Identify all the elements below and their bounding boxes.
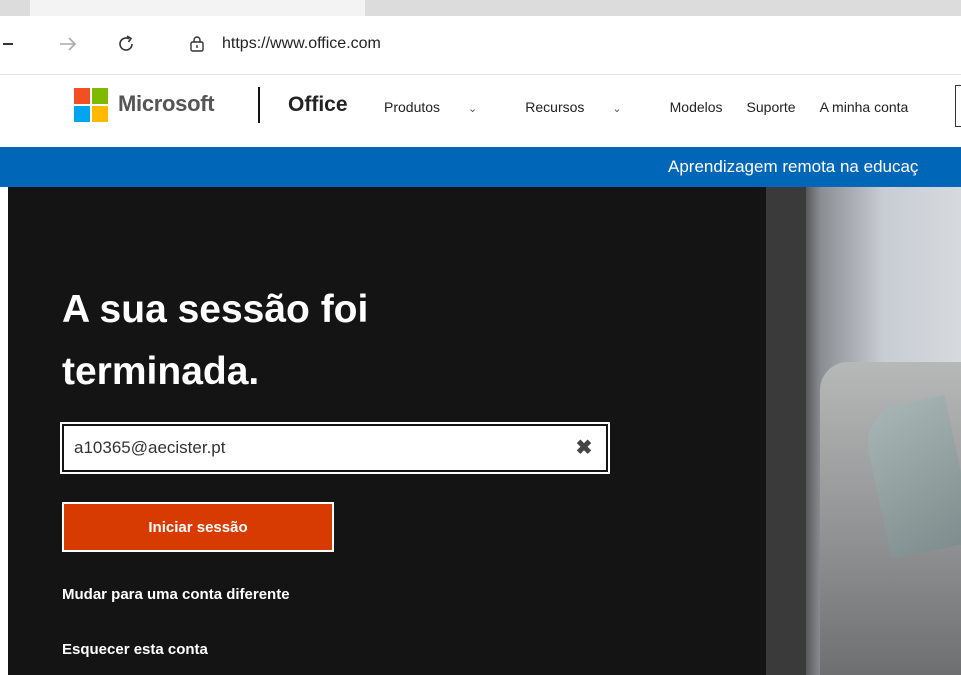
chevron-down-icon: ⌄ [612,103,622,115]
browser-toolbar: https://www.office.com [0,16,961,75]
header-divider [258,87,260,123]
address-bar[interactable]: https://www.office.com [170,24,950,64]
back-arrow-icon[interactable] [0,26,20,62]
main-nav: Produtos ⌄ Recursos ⌄ Modelos Suporte A mi… [384,99,932,115]
tab-strip [0,0,961,16]
switch-account-link[interactable]: Mudar para uma conta diferente [62,586,290,603]
site-header: Microsoft Office Produtos ⌄ Recursos ⌄ Mod… [0,75,961,147]
page-title: A sua sessão foi terminada. [62,288,369,393]
product-name[interactable]: Office [288,93,348,117]
nav-item-produtos[interactable]: Produtos ⌄ [384,99,501,115]
forward-arrow-icon[interactable] [50,26,86,62]
nav-item-recursos[interactable]: Recursos ⌄ [525,99,645,115]
nav-item-suporte[interactable]: Suporte [747,99,796,115]
sign-in-button[interactable]: Iniciar sessão [62,502,334,552]
nav-item-minha-conta[interactable]: A minha conta [820,99,909,115]
inactive-tab[interactable] [0,0,30,16]
banner-text: Aprendizagem remota na educaç [668,157,919,176]
nav-item-modelos[interactable]: Modelos [670,99,723,115]
email-field-container: ✖ [60,422,610,474]
inactive-tab[interactable] [365,0,961,16]
refresh-icon[interactable] [108,26,144,62]
page-edge [0,187,8,675]
email-field[interactable] [64,437,556,459]
hero-section: A sua sessão foi terminada. ✖ Iniciar se… [0,187,961,675]
lock-icon[interactable] [188,35,206,53]
clear-icon[interactable]: ✖ [574,438,594,458]
brand-name[interactable]: Microsoft [118,91,215,117]
forget-account-link[interactable]: Esquecer esta conta [62,641,208,658]
header-button[interactable] [955,85,961,127]
info-banner[interactable]: Aprendizagem remota na educaç [0,147,961,187]
microsoft-logo-icon[interactable] [74,88,110,124]
chevron-down-icon: ⌄ [468,103,478,115]
hero-photo-shadow [766,187,806,675]
url-text: https://www.office.com [222,35,381,52]
